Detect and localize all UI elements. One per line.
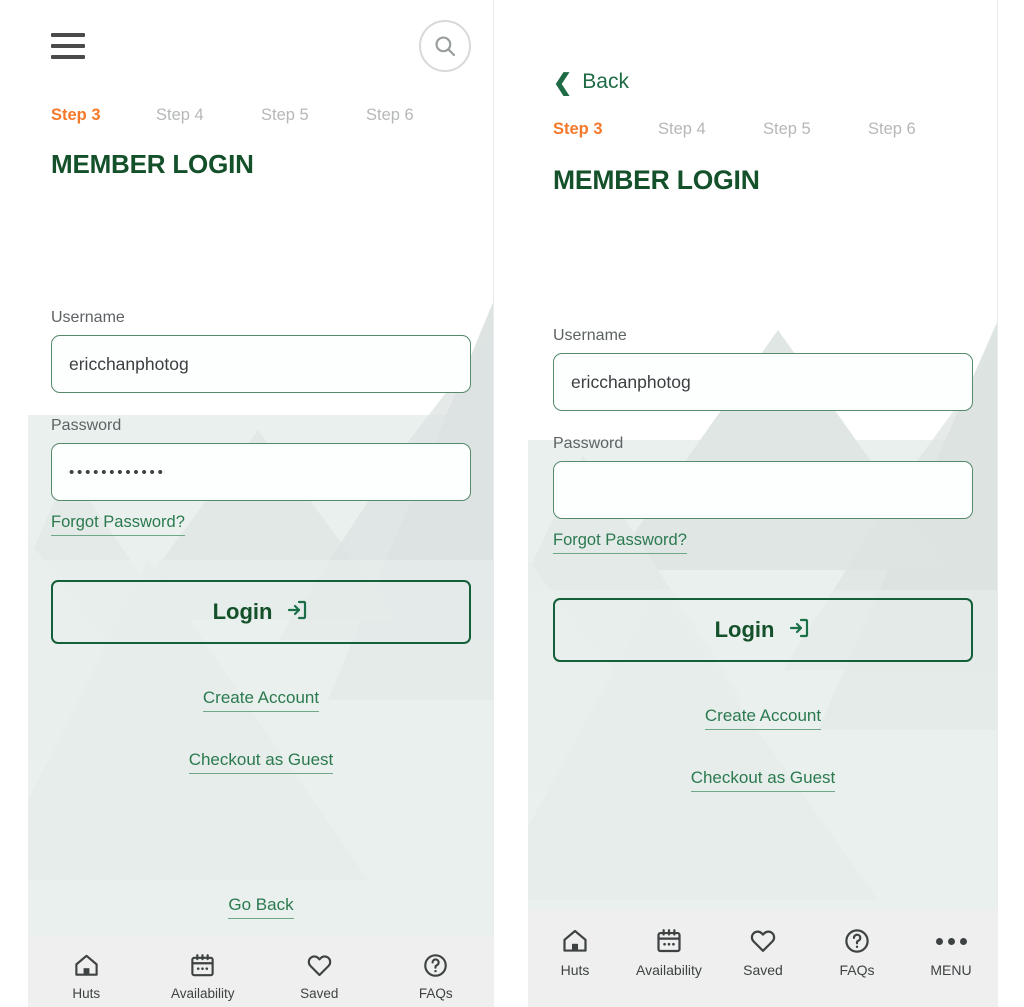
step-item-5[interactable]: Step 5: [763, 120, 868, 139]
search-icon[interactable]: [419, 20, 471, 72]
nav-label-huts: Huts: [560, 962, 590, 978]
right-phone-content: ❮ Back Step 3 Step 4 Step 5 Step 6 MEMBE…: [528, 0, 998, 1007]
nav-label-huts: Huts: [72, 986, 101, 1001]
step-item-4[interactable]: Step 4: [658, 120, 763, 139]
step-item-6[interactable]: Step 6: [868, 120, 973, 139]
checkout-as-guest-link[interactable]: Checkout as Guest: [690, 768, 836, 792]
login-button[interactable]: Login: [553, 598, 973, 662]
screenshot-stage: Step 3 Step 4 Step 5 Step 6 MEMBER LOGIN…: [0, 0, 1024, 1007]
username-label: Username: [553, 327, 627, 344]
password-input[interactable]: [553, 461, 973, 519]
step-item-4[interactable]: Step 4: [156, 106, 261, 125]
nav-label-availability: Availability: [636, 962, 702, 978]
nav-item-availability[interactable]: Availability: [145, 950, 262, 1001]
back-button-label: Back: [582, 70, 629, 93]
nav-label-saved: Saved: [743, 962, 783, 978]
nav-label-availability: Availability: [170, 986, 235, 1001]
question-circle-icon: [422, 950, 449, 980]
ellipsis-icon: [935, 926, 967, 956]
go-back-link[interactable]: Go Back: [228, 895, 294, 919]
bottom-navigation-right: Huts Availability Saved FAQs MENU: [528, 910, 998, 1007]
step-indicator: Step 3 Step 4 Step 5 Step 6: [51, 106, 471, 125]
password-value: ••••••••••••: [69, 463, 166, 481]
password-label: Password: [51, 417, 122, 434]
question-circle-icon: [843, 926, 871, 956]
nav-label-menu: MENU: [930, 962, 972, 978]
nav-item-faqs[interactable]: FAQs: [810, 926, 904, 978]
login-form: Username ericchanphotog Password Forgot …: [553, 327, 973, 662]
secondary-links: Create Account Checkout as Guest: [553, 662, 973, 792]
hamburger-menu-icon[interactable]: [51, 33, 85, 59]
create-account-link[interactable]: Create Account: [202, 688, 320, 712]
username-input[interactable]: ericchanphotog: [553, 353, 973, 411]
calendar-icon: [655, 926, 683, 956]
left-phone-content: Step 3 Step 4 Step 5 Step 6 MEMBER LOGIN…: [28, 0, 494, 1007]
bottom-navigation-left: Huts Availability Saved FAQs: [28, 936, 494, 1007]
nav-label-faqs: FAQs: [839, 962, 875, 978]
step-item-5[interactable]: Step 5: [261, 106, 366, 125]
page-title: MEMBER LOGIN: [553, 165, 760, 195]
left-phone-screen: Step 3 Step 4 Step 5 Step 6 MEMBER LOGIN…: [28, 0, 494, 1007]
nav-item-faqs[interactable]: FAQs: [378, 950, 495, 1001]
nav-item-huts[interactable]: Huts: [28, 950, 145, 1001]
nav-item-huts[interactable]: Huts: [528, 926, 622, 978]
nav-item-saved[interactable]: Saved: [716, 926, 810, 978]
login-arrow-icon: [787, 616, 811, 645]
back-bar: ❮ Back: [553, 0, 973, 112]
home-icon: [561, 926, 589, 956]
chevron-left-icon: ❮: [553, 68, 573, 95]
username-value: ericchanphotog: [571, 371, 691, 392]
login-button-label: Login: [212, 599, 273, 624]
right-phone-screen: ❮ Back Step 3 Step 4 Step 5 Step 6 MEMBE…: [528, 0, 998, 1007]
password-input[interactable]: ••••••••••••: [51, 443, 471, 501]
username-label: Username: [51, 309, 125, 326]
checkout-as-guest-link[interactable]: Checkout as Guest: [188, 750, 334, 774]
username-value: ericchanphotog: [69, 353, 189, 374]
login-button[interactable]: Login: [51, 580, 471, 644]
step-item-3[interactable]: Step 3: [553, 120, 658, 139]
create-account-link[interactable]: Create Account: [704, 706, 822, 730]
nav-label-saved: Saved: [300, 986, 339, 1001]
forgot-password-link[interactable]: Forgot Password?: [51, 513, 185, 536]
step-item-3[interactable]: Step 3: [51, 106, 156, 125]
password-label: Password: [553, 435, 624, 452]
username-input[interactable]: ericchanphotog: [51, 335, 471, 393]
top-bar: [51, 0, 471, 92]
nav-item-menu[interactable]: MENU: [904, 926, 998, 978]
calendar-icon: [189, 950, 216, 980]
page-title: MEMBER LOGIN: [51, 149, 254, 179]
login-form: Username ericchanphotog Password •••••••…: [51, 309, 471, 644]
step-item-6[interactable]: Step 6: [366, 106, 471, 125]
login-arrow-icon: [285, 598, 309, 627]
secondary-links: Create Account Checkout as Guest: [51, 644, 471, 774]
home-icon: [73, 950, 100, 980]
step-indicator: Step 3 Step 4 Step 5 Step 6: [553, 120, 973, 139]
nav-item-saved[interactable]: Saved: [261, 950, 378, 1001]
heart-icon: [306, 950, 333, 980]
forgot-password-link[interactable]: Forgot Password?: [553, 531, 687, 554]
login-button-label: Login: [714, 617, 775, 642]
nav-item-availability[interactable]: Availability: [622, 926, 716, 978]
back-button[interactable]: ❮ Back: [553, 70, 629, 94]
nav-label-faqs: FAQs: [418, 986, 453, 1001]
heart-icon: [749, 926, 777, 956]
go-back-row: Go Back: [51, 895, 471, 936]
